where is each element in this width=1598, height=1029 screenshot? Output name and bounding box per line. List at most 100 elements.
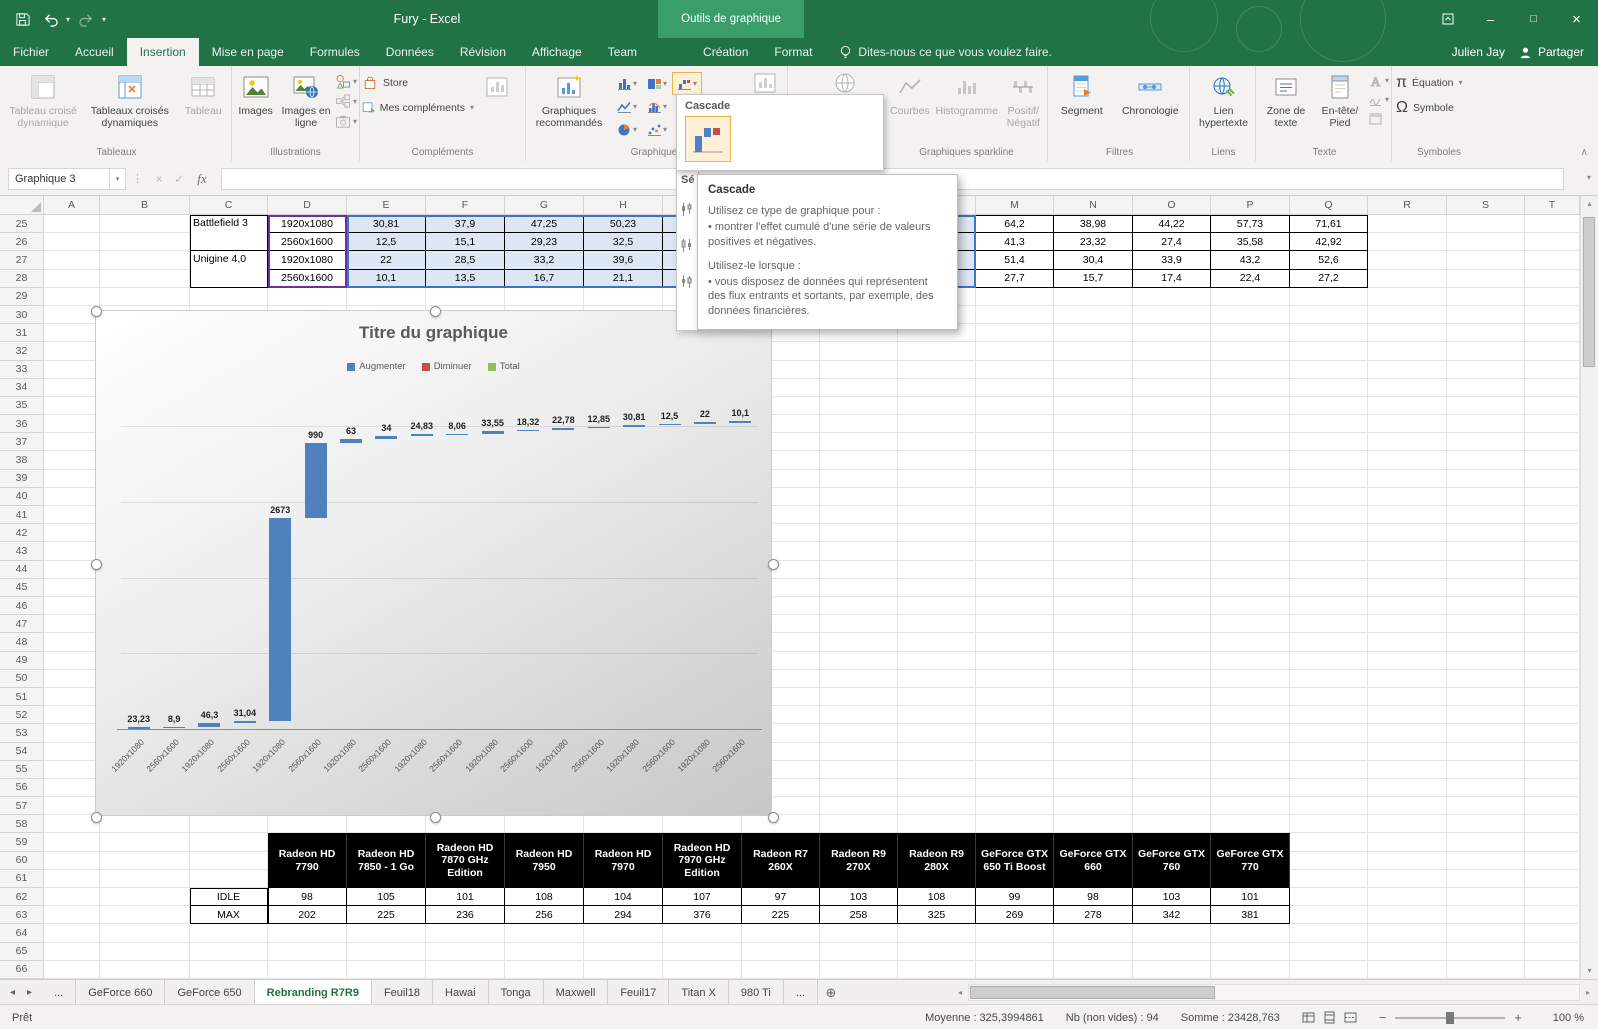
row-header-55[interactable]: 55 <box>0 761 44 779</box>
row-header-27[interactable]: 27 <box>0 251 44 269</box>
expand-formula-bar-caret[interactable]: ▾ <box>1587 173 1591 182</box>
row-header-40[interactable]: 40 <box>0 488 44 506</box>
insert-line-chart-button[interactable]: ▾ <box>612 95 642 118</box>
vertical-scrollbar[interactable]: ▴ ▾ <box>1580 195 1598 979</box>
top-table-cell[interactable]: 27,4 <box>1133 233 1211 251</box>
sheet-tab-feuil18[interactable]: Feuil18 <box>372 980 433 1005</box>
gpu-table-cell[interactable]: 101 <box>1211 888 1290 906</box>
row-header-44[interactable]: 44 <box>0 561 44 579</box>
gpu-row-label[interactable]: MAX <box>190 906 268 924</box>
cancel-entry-icon[interactable]: × <box>149 172 169 186</box>
sparkline-winloss-button[interactable]: Positif/​Négatif <box>1002 69 1045 143</box>
ribbon-display-options-button[interactable] <box>1426 0 1469 38</box>
close-button[interactable]: × <box>1555 0 1598 38</box>
game-label-cell[interactable]: Unigine 4,0 <box>190 251 268 287</box>
tell-me-box[interactable]: Dites-nous ce que vous voulez faire. <box>839 38 1051 66</box>
column-header-M[interactable]: M <box>976 195 1054 215</box>
waterfall-bar[interactable] <box>694 422 716 424</box>
sheet-tab-maxwell[interactable]: Maxwell <box>544 980 609 1005</box>
row-header-43[interactable]: 43 <box>0 542 44 560</box>
waterfall-bar[interactable] <box>128 727 150 729</box>
share-button[interactable]: Partager <box>1515 38 1598 66</box>
gpu-table-cell[interactable]: 381 <box>1211 906 1290 924</box>
tab-format[interactable]: Format <box>761 38 825 66</box>
top-table-cell[interactable]: 51,4 <box>976 251 1054 269</box>
stock-chart-icon[interactable] <box>680 274 698 294</box>
waterfall-bar[interactable] <box>305 443 327 518</box>
chart-selection-handle[interactable] <box>91 559 102 570</box>
game-label-cell[interactable]: Battlefield 3 <box>190 215 268 251</box>
gpu-table-cell[interactable]: 105 <box>347 888 426 906</box>
select-all-corner[interactable] <box>0 195 44 215</box>
stock-chart-icon[interactable] <box>680 202 698 222</box>
chart-legend[interactable]: AugmenterDiminuerTotal <box>96 361 771 372</box>
row-header-57[interactable]: 57 <box>0 797 44 815</box>
row-header-65[interactable]: 65 <box>0 943 44 961</box>
row-header-64[interactable]: 64 <box>0 924 44 942</box>
chart-selection-handle[interactable] <box>768 559 779 570</box>
row-header-33[interactable]: 33 <box>0 361 44 379</box>
gpu-table-cell[interactable]: 104 <box>584 888 663 906</box>
sheet-tab-980-ti[interactable]: 980 Ti <box>729 980 784 1005</box>
insert-scatter-chart-button[interactable]: ▾ <box>642 118 672 141</box>
top-table-cell[interactable]: 33,9 <box>1133 251 1211 269</box>
gpu-row-label[interactable]: IDLE <box>190 888 268 906</box>
horizontal-scrollbar-track[interactable] <box>968 984 1580 1001</box>
sheet-tab-titan-x[interactable]: Titan X <box>669 980 728 1005</box>
column-header-Q[interactable]: Q <box>1290 195 1368 215</box>
top-table-cell[interactable]: 47,25 <box>505 215 584 233</box>
row-header-32[interactable]: 32 <box>0 342 44 360</box>
tab-donnees[interactable]: Données <box>373 38 447 66</box>
top-table-cell[interactable]: 39,6 <box>584 251 663 269</box>
row-header-59[interactable]: 59 <box>0 833 44 851</box>
top-table-cell[interactable]: 35,58 <box>1211 233 1290 251</box>
top-table-cell[interactable]: 17,4 <box>1133 270 1211 288</box>
slicer-button[interactable]: Segment <box>1052 69 1112 143</box>
row-header-45[interactable]: 45 <box>0 579 44 597</box>
sparkline-column-button[interactable]: Histogramme <box>934 69 1000 143</box>
waterfall-bar[interactable] <box>588 427 610 429</box>
row-header-62[interactable]: 62 <box>0 888 44 906</box>
insert-hierarchy-chart-button[interactable]: ▾ <box>642 72 672 95</box>
chart-area[interactable]: Titre du graphiqueAugmenterDiminuerTotal… <box>95 310 772 816</box>
textbox-button[interactable]: Zone de texte <box>1260 69 1312 143</box>
sheet-nav-left-arrow[interactable]: ◂ <box>10 987 15 998</box>
page-break-view-icon[interactable] <box>1344 1011 1357 1024</box>
smartart-button[interactable]: ▾ <box>335 94 357 109</box>
header-footer-button[interactable]: En-tête/​Pied <box>1314 69 1366 143</box>
top-table-cell[interactable]: 33,2 <box>505 251 584 269</box>
top-table-cell[interactable]: 10,1 <box>347 270 426 288</box>
resolution-cell[interactable]: 1920x1080 <box>268 215 347 233</box>
gpu-table-cell[interactable]: 98 <box>268 888 347 906</box>
vertical-scrollbar-thumb[interactable] <box>1583 217 1595 367</box>
row-header-29[interactable]: 29 <box>0 288 44 306</box>
map-3d-button[interactable] <box>828 70 862 96</box>
row-header-51[interactable]: 51 <box>0 688 44 706</box>
resolution-cell[interactable]: 2560x1600 <box>268 270 347 288</box>
chart-selection-handle[interactable] <box>430 306 441 317</box>
sheet-overflow-right[interactable]: ... <box>784 980 818 1005</box>
chart-selection-handle[interactable] <box>768 812 779 823</box>
top-table-cell[interactable]: 43,2 <box>1211 251 1290 269</box>
tab-creation[interactable]: Création <box>690 38 761 66</box>
waterfall-chart-option[interactable] <box>685 116 731 162</box>
row-header-31[interactable]: 31 <box>0 324 44 342</box>
top-table-cell[interactable]: 41,3 <box>976 233 1054 251</box>
column-header-H[interactable]: H <box>584 195 663 215</box>
tab-accueil[interactable]: Accueil <box>62 38 127 66</box>
tab-affichage[interactable]: Affichage <box>519 38 595 66</box>
top-table-cell[interactable]: 29,23 <box>505 233 584 251</box>
column-header-C[interactable]: C <box>190 195 268 215</box>
waterfall-bar[interactable] <box>340 439 362 444</box>
insert-waterfall-chart-button[interactable]: ▾ <box>672 72 702 95</box>
column-header-O[interactable]: O <box>1133 195 1211 215</box>
horizontal-scrollbar-thumb[interactable] <box>970 986 1215 999</box>
gpu-table-cell[interactable]: 202 <box>268 906 347 924</box>
waterfall-bar[interactable] <box>234 721 256 723</box>
confirm-entry-icon[interactable]: ✓ <box>169 172 189 186</box>
gpu-table-cell[interactable]: 103 <box>820 888 898 906</box>
row-header-26[interactable]: 26 <box>0 233 44 251</box>
new-sheet-button[interactable]: ⊕ <box>818 980 844 1005</box>
column-header-F[interactable]: F <box>426 195 505 215</box>
row-header-46[interactable]: 46 <box>0 597 44 615</box>
